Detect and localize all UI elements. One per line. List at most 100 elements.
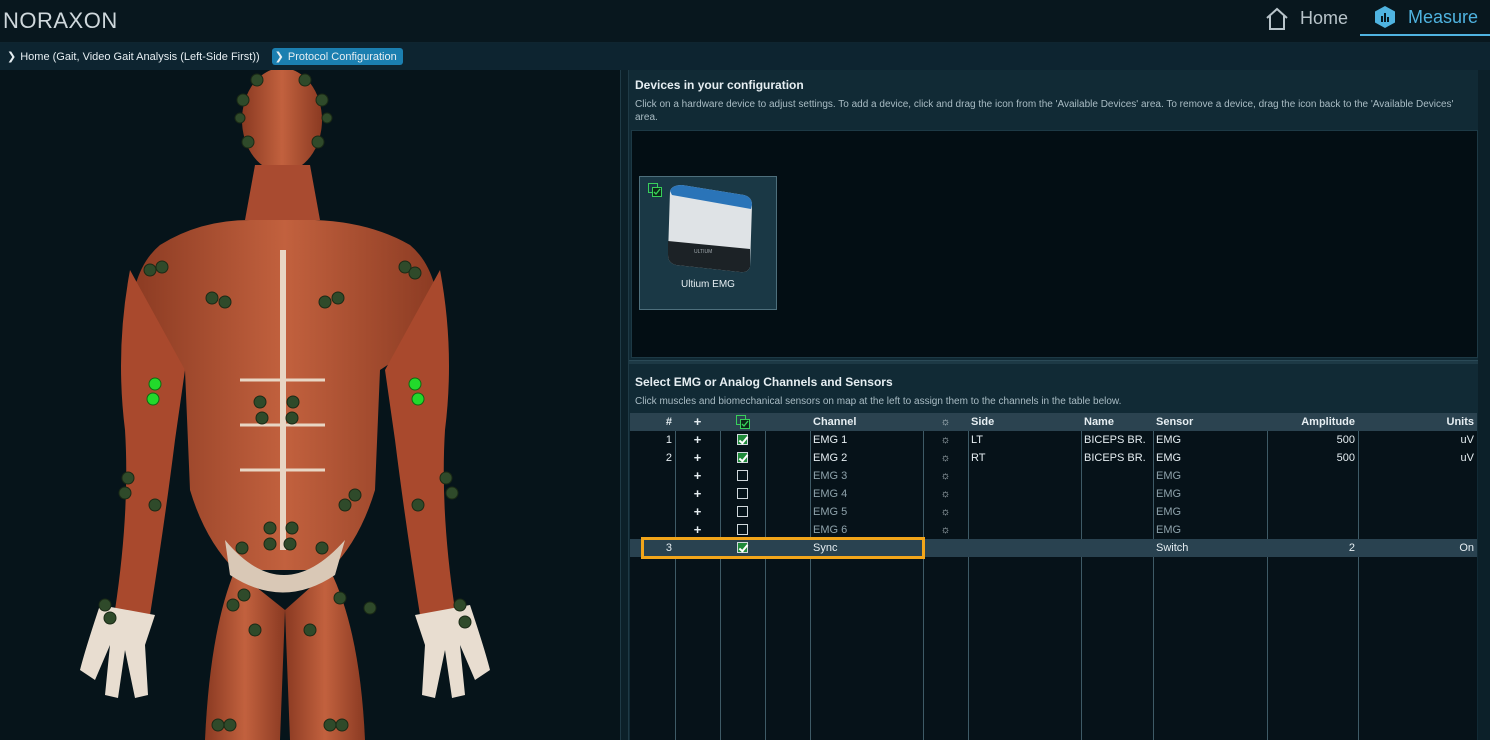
cell-sensor: EMG xyxy=(1156,488,1182,500)
cell-name xyxy=(1084,467,1152,485)
cell-side xyxy=(971,539,1079,557)
splitter-handle[interactable] xyxy=(620,70,629,740)
channel-checkbox[interactable] xyxy=(737,469,748,481)
cell-channel: EMG 4 xyxy=(813,488,848,500)
cell-name xyxy=(1084,539,1152,557)
cell-channel: EMG 2 xyxy=(813,452,848,464)
cell-sensor-status: ☼ xyxy=(923,467,968,485)
cell-plus[interactable]: + xyxy=(675,485,720,503)
cell-name: BICEPS BR. xyxy=(1084,434,1146,446)
sun-icon[interactable]: ☼ xyxy=(940,434,950,446)
cell-plus[interactable] xyxy=(675,539,720,557)
sun-icon[interactable]: ☼ xyxy=(940,452,950,464)
col-sensor[interactable]: Sensor xyxy=(1156,413,1266,431)
sun-icon[interactable]: ☼ xyxy=(940,524,950,536)
cell-units xyxy=(1358,467,1474,485)
muscle-map[interactable] xyxy=(0,70,620,740)
col-select[interactable] xyxy=(720,413,765,431)
cell-select xyxy=(720,503,765,521)
cell-num xyxy=(630,467,672,485)
cell-name xyxy=(1084,521,1152,539)
breadcrumb-home[interactable]: ❯ Home (Gait, Video Gait Analysis (Left-… xyxy=(5,48,266,65)
cell-sensor: Switch xyxy=(1156,542,1189,554)
cell-side xyxy=(971,503,1079,521)
cell-plus[interactable]: + xyxy=(675,449,720,467)
cell-sensor-status: ☼ xyxy=(923,431,968,449)
channel-checkbox[interactable] xyxy=(737,433,748,445)
nav-measure[interactable]: Measure xyxy=(1359,0,1490,36)
sun-icon[interactable]: ☼ xyxy=(940,470,950,482)
cell-sensor: EMG xyxy=(1156,506,1182,518)
breadcrumb-current[interactable]: ❯ Protocol Configuration xyxy=(271,48,403,65)
device-linked-icon xyxy=(648,183,662,197)
cell-channel: Sync xyxy=(813,542,838,554)
cell-amplitude: 500 xyxy=(1336,452,1355,464)
nav-home-label: Home xyxy=(1299,8,1348,28)
cell-channel: EMG 5 xyxy=(813,506,848,518)
cell-sensor: EMG xyxy=(1156,524,1182,536)
anatomy-figure xyxy=(80,70,490,740)
breadcrumb-current-label: Protocol Configuration xyxy=(287,50,397,63)
devices-description: Click on a hardware device to adjust set… xyxy=(635,99,1454,123)
col-sensor-status[interactable]: ☼ xyxy=(923,413,968,431)
devices-drop-area[interactable]: ULTIUM Ultium EMG xyxy=(631,130,1478,358)
cell-plus[interactable]: + xyxy=(675,467,720,485)
col-side[interactable]: Side xyxy=(971,413,1079,431)
cell-channel: EMG 3 xyxy=(813,470,848,482)
channels-table: # + Channel ☼ Side Name Sensor Amplitude… xyxy=(630,413,1477,740)
cell-amplitude: 2 xyxy=(1348,542,1355,554)
channels-title: Select EMG or Analog Channels and Sensor… xyxy=(635,375,893,389)
chevron-right-icon: ❯ xyxy=(7,51,17,63)
cell-name xyxy=(1084,485,1152,503)
app-logo: NORAXON xyxy=(3,8,118,33)
channel-checkbox[interactable] xyxy=(737,487,748,499)
channel-checkbox[interactable] xyxy=(737,505,748,517)
config-panel: Devices in your configuration Click on a… xyxy=(629,70,1490,740)
cell-amplitude xyxy=(1267,521,1355,539)
channel-checkbox[interactable] xyxy=(737,541,748,553)
table-row[interactable]: 3 Sync Switch 2 On xyxy=(630,539,1477,557)
ultium-emg-device-image: ULTIUM xyxy=(668,185,752,273)
cell-plus[interactable]: + xyxy=(675,503,720,521)
sun-icon[interactable]: ☼ xyxy=(940,506,950,518)
cell-plus[interactable]: + xyxy=(675,521,720,539)
table-row[interactable]: + EMG 6 ☼ EMG xyxy=(630,521,1477,539)
col-units[interactable]: Units xyxy=(1358,413,1475,431)
cell-amplitude xyxy=(1267,467,1355,485)
col-plus[interactable]: + xyxy=(675,413,720,431)
sun-icon: ☼ xyxy=(940,416,951,428)
cell-side: RT xyxy=(971,452,986,464)
channel-checkbox[interactable] xyxy=(737,523,748,535)
nav-home[interactable]: Home xyxy=(1252,0,1360,37)
cell-select xyxy=(720,539,765,557)
col-amplitude[interactable]: Amplitude xyxy=(1267,413,1355,431)
cell-units: uV xyxy=(1460,434,1474,446)
select-all-icon xyxy=(735,415,750,430)
cell-sensor-status xyxy=(923,539,968,557)
cell-num xyxy=(630,485,672,503)
channel-checkbox[interactable] xyxy=(737,451,748,463)
sun-icon[interactable]: ☼ xyxy=(940,488,950,500)
device-label: Ultium EMG xyxy=(681,279,735,290)
cell-name xyxy=(1084,503,1152,521)
cell-side: LT xyxy=(971,434,984,446)
panel-scrollbar[interactable] xyxy=(1478,70,1490,740)
cell-units: On xyxy=(1459,542,1474,554)
cell-select xyxy=(720,467,765,485)
device-ultium-emg[interactable]: ULTIUM Ultium EMG xyxy=(639,176,777,310)
cell-units xyxy=(1358,503,1474,521)
cell-plus[interactable]: + xyxy=(675,431,720,449)
col-channel[interactable]: Channel xyxy=(813,413,921,431)
col-name[interactable]: Name xyxy=(1084,413,1152,431)
table-row[interactable]: + EMG 4 ☼ EMG xyxy=(630,485,1477,503)
breadcrumb: ❯ Home (Gait, Video Gait Analysis (Left-… xyxy=(0,43,1490,70)
table-row[interactable]: 1 + EMG 1 ☼ LT BICEPS BR. EMG 500 uV xyxy=(630,431,1477,449)
table-row[interactable]: + EMG 5 ☼ EMG xyxy=(630,503,1477,521)
cell-select xyxy=(720,521,765,539)
col-num[interactable]: # xyxy=(630,413,672,431)
table-row[interactable]: + EMG 3 ☼ EMG xyxy=(630,467,1477,485)
cell-select xyxy=(720,449,765,467)
cell-side xyxy=(971,485,1079,503)
cell-num xyxy=(630,503,672,521)
table-row[interactable]: 2 + EMG 2 ☼ RT BICEPS BR. EMG 500 uV xyxy=(630,449,1477,467)
